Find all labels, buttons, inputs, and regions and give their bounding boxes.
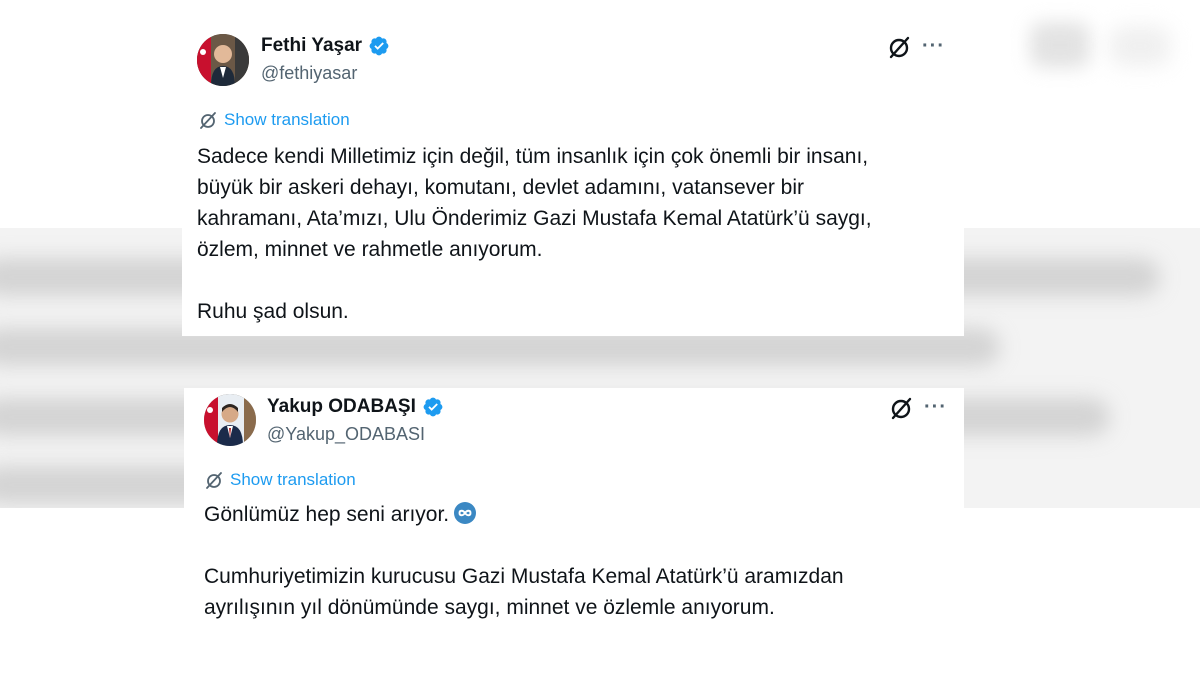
tweet-text: Gönlümüz hep seni arıyor. Cumhuriyetimiz…	[204, 499, 844, 623]
grok-icon[interactable]	[888, 395, 914, 421]
translate-icon	[206, 472, 222, 489]
show-translation-label: Show translation	[230, 470, 356, 489]
infinity-emoji	[454, 502, 477, 524]
show-translation-label: Show translation	[224, 110, 350, 129]
blurred-corner-2	[1110, 26, 1170, 66]
grok-icon[interactable]	[886, 34, 912, 60]
tweet-line: özlem, minnet ve rahmetle anıyorum.	[197, 238, 543, 261]
tweet-line: ayrılışının yıl dönümünde saygı, minnet …	[204, 596, 775, 619]
tweet-card: Yakup ODABAŞI @Yakup_ODABASI ··· Show tr…	[184, 388, 964, 636]
tweet-line: Sadece kendi Milletimiz için değil, tüm …	[197, 145, 869, 168]
more-icon[interactable]: ···	[924, 397, 947, 417]
show-translation-link[interactable]: Show translation	[198, 110, 350, 130]
tweet-line: Ruhu şad olsun.	[197, 300, 349, 323]
author-handle[interactable]: @Yakup_ODABASI	[267, 424, 425, 445]
blurred-corner	[1030, 22, 1090, 68]
show-translation-link[interactable]: Show translation	[204, 470, 356, 490]
more-icon[interactable]: ···	[922, 36, 945, 56]
author-name[interactable]: Yakup ODABAŞI	[267, 396, 416, 418]
verified-badge-icon	[369, 36, 389, 56]
tweet-line: Cumhuriyetimizin kurucusu Gazi Mustafa K…	[204, 565, 844, 588]
tweet-line: büyük bir askeri dehayı, komutanı, devle…	[197, 176, 804, 199]
tweet-line	[197, 265, 872, 296]
avatar[interactable]	[204, 394, 256, 446]
tweet-line: Gönlümüz hep seni arıyor.	[204, 499, 844, 530]
author-handle[interactable]: @fethiyasar	[261, 63, 357, 84]
author-name[interactable]: Fethi Yaşar	[261, 35, 362, 57]
tweet-text: Sadece kendi Milletimiz için değil, tüm …	[197, 141, 872, 327]
tweet-line	[204, 530, 844, 561]
translate-icon	[200, 112, 216, 129]
tweet-card: Fethi Yaşar @fethiyasar ··· Show transla…	[182, 18, 964, 336]
tweet-line-text: Gönlümüz hep seni arıyor.	[204, 503, 450, 526]
tweet-line: kahramanı, Ata’mızı, Ulu Önderimiz Gazi …	[197, 207, 872, 230]
avatar[interactable]	[197, 34, 249, 86]
verified-badge-icon	[423, 397, 443, 417]
